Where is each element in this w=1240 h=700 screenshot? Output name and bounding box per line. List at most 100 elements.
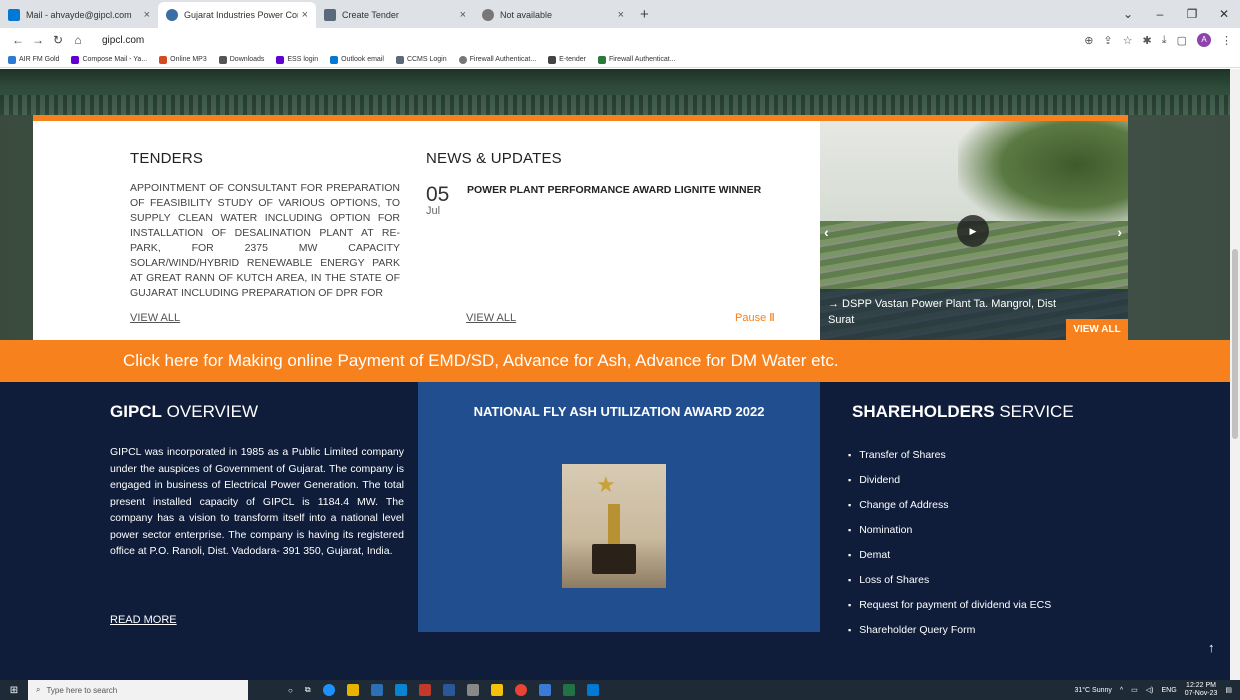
bookmark-item[interactable]: CCMS Login [395, 55, 447, 64]
url-field[interactable]: gipcl.com [102, 35, 144, 46]
paint-icon[interactable] [466, 684, 479, 696]
trophy-image: ★ [562, 464, 666, 588]
word-icon[interactable] [442, 684, 455, 696]
page-viewport: TENDERS APPOINTMENT OF CONSULTANT FOR PR… [0, 69, 1230, 680]
zoom-icon[interactable]: ⊕ [1084, 34, 1093, 47]
close-icon[interactable]: × [302, 9, 308, 21]
tab-not-available[interactable]: Not available × [474, 2, 632, 28]
weather-widget[interactable]: 31°C Sunny [1074, 687, 1111, 694]
scrollbar-thumb[interactable] [1232, 249, 1238, 439]
slider-prev-icon[interactable]: ‹ [824, 224, 829, 240]
close-icon[interactable]: × [460, 9, 466, 21]
maximize-button[interactable]: ❐ [1176, 0, 1208, 28]
pdf-icon[interactable] [418, 684, 431, 696]
menu-icon[interactable]: ⋮ [1221, 34, 1232, 47]
slider-next-icon[interactable]: › [1117, 224, 1122, 240]
outlook-icon [330, 55, 339, 64]
bookmark-item[interactable]: Firewall Authenticat... [458, 55, 536, 64]
tab-title: Gujarat Industries Power Compa [184, 10, 298, 20]
windows-start-icon[interactable]: ⊞ [0, 685, 28, 696]
tab-gipcl[interactable]: Gujarat Industries Power Compa × [158, 2, 316, 28]
close-window-button[interactable]: ✕ [1208, 0, 1240, 28]
page-scrollbar[interactable] [1230, 69, 1240, 680]
profile-avatar[interactable]: A [1197, 33, 1211, 47]
globe-icon [482, 9, 494, 21]
clock-time: 12:22 PM [1186, 682, 1217, 689]
tab-create-tender[interactable]: Create Tender × [316, 2, 474, 28]
tenders-view-all-link[interactable]: VIEW ALL [130, 312, 180, 324]
notification-icon[interactable]: ▤ [1225, 686, 1232, 694]
bookmark-item[interactable]: E-tender [548, 55, 586, 64]
system-tray: 31°C Sunny ^ ▭ ◁) ENG 12:22 PM 07-Nov-23… [1074, 682, 1240, 698]
bookmark-item[interactable]: Firewall Authenticat... [598, 55, 676, 64]
firewall-icon [598, 55, 607, 64]
bookmark-item[interactable]: Compose Mail - Ya... [71, 55, 147, 64]
extensions-icon[interactable]: ✱ [1143, 34, 1152, 47]
read-more-link[interactable]: READ MORE [110, 614, 177, 626]
language-indicator[interactable]: ENG [1162, 687, 1177, 694]
shareholder-link[interactable]: Demat [848, 542, 1051, 567]
shareholder-link[interactable]: Nomination [848, 517, 1051, 542]
tab-search-icon[interactable]: ⌄ [1112, 0, 1144, 28]
close-icon[interactable]: × [144, 9, 150, 21]
news-day: 05 [426, 183, 450, 206]
share-icon[interactable]: ⇪ [1103, 34, 1112, 47]
slider-view-all-button[interactable]: VIEW ALL [1066, 319, 1128, 340]
folder-icon[interactable] [490, 684, 503, 696]
bookmark-item[interactable]: Online MP3 [159, 55, 207, 64]
shareholder-link[interactable]: Request for payment of dividend via ECS [848, 592, 1051, 617]
payment-banner[interactable]: Click here for Making online Payment of … [0, 340, 1230, 382]
globe-icon [458, 55, 467, 64]
bookmark-item[interactable]: Downloads [218, 55, 264, 64]
news-month: Jul [426, 205, 441, 217]
shareholder-link[interactable]: Change of Address [848, 492, 1051, 517]
news-pause-button[interactable]: Pause ‖ [735, 312, 775, 324]
cortana-icon[interactable]: ○ [288, 686, 293, 695]
volume-icon[interactable]: ◁) [1146, 686, 1154, 694]
bookmark-item[interactable]: Outlook email [330, 55, 384, 64]
back-button[interactable]: ← [8, 33, 28, 47]
file-explorer-icon[interactable] [346, 684, 359, 696]
excel-icon[interactable] [562, 684, 575, 696]
yahoo-icon [71, 55, 80, 64]
scroll-top-icon[interactable]: ↑ [1208, 640, 1215, 655]
home-button[interactable]: ⌂ [68, 33, 88, 47]
network-icon[interactable]: ▭ [1131, 686, 1138, 694]
window-controls: ⌄ – ❐ ✕ [1112, 0, 1240, 28]
reload-button[interactable]: ↻ [48, 33, 68, 47]
edge-icon[interactable] [322, 684, 335, 696]
store-icon[interactable] [394, 684, 407, 696]
tender-item[interactable]: APPOINTMENT OF CONSULTANT FOR PREPARATIO… [130, 181, 400, 308]
outlook-icon[interactable] [586, 684, 599, 696]
browser-tab-strip: Mail - ahvayde@gipcl.com × Gujarat Indus… [0, 0, 1240, 28]
minimize-button[interactable]: – [1144, 0, 1176, 28]
media-icon[interactable] [538, 684, 551, 696]
task-view-icon[interactable]: ⧉ [305, 685, 311, 695]
close-icon[interactable]: × [618, 9, 624, 21]
bookmark-item[interactable]: ESS login [276, 55, 318, 64]
slider-caption[interactable]: → DSPP Vastan Power Plant Ta. Mangrol, D… [828, 296, 1068, 328]
shareholder-link[interactable]: Transfer of Shares [848, 442, 1051, 467]
music-icon [159, 55, 168, 64]
forward-button[interactable]: → [28, 33, 48, 47]
shareholder-link[interactable]: Dividend [848, 467, 1051, 492]
download-icon[interactable]: ⤓ [1162, 34, 1167, 47]
slider-play-icon[interactable]: ▶ [957, 215, 989, 247]
tray-chevron-icon[interactable]: ^ [1120, 687, 1123, 694]
bookmark-item[interactable]: AIR FM Gold [8, 55, 59, 64]
shareholder-link[interactable]: Shareholder Query Form [848, 617, 1051, 642]
taskbar-search[interactable]: ⌕ Type here to search [28, 680, 248, 700]
tab-mail[interactable]: Mail - ahvayde@gipcl.com × [0, 2, 158, 28]
bookmark-star-icon[interactable]: ☆ [1123, 34, 1133, 47]
news-headline-link[interactable]: POWER PLANT PERFORMANCE AWARD LIGNITE WI… [467, 184, 761, 196]
chrome-icon[interactable] [514, 684, 527, 696]
shareholders-list: Transfer of Shares Dividend Change of Ad… [848, 442, 1051, 642]
yahoo-icon [276, 55, 285, 64]
calculator-icon[interactable] [370, 684, 383, 696]
sidepanel-icon[interactable]: ▢ [1177, 34, 1187, 47]
shareholder-link[interactable]: Loss of Shares [848, 567, 1051, 592]
new-tab-button[interactable]: + [640, 2, 649, 28]
clock[interactable]: 12:22 PM 07-Nov-23 [1185, 682, 1218, 698]
news-view-all-link[interactable]: VIEW ALL [466, 312, 516, 324]
payment-banner-text[interactable]: Click here for Making online Payment of … [123, 351, 839, 371]
